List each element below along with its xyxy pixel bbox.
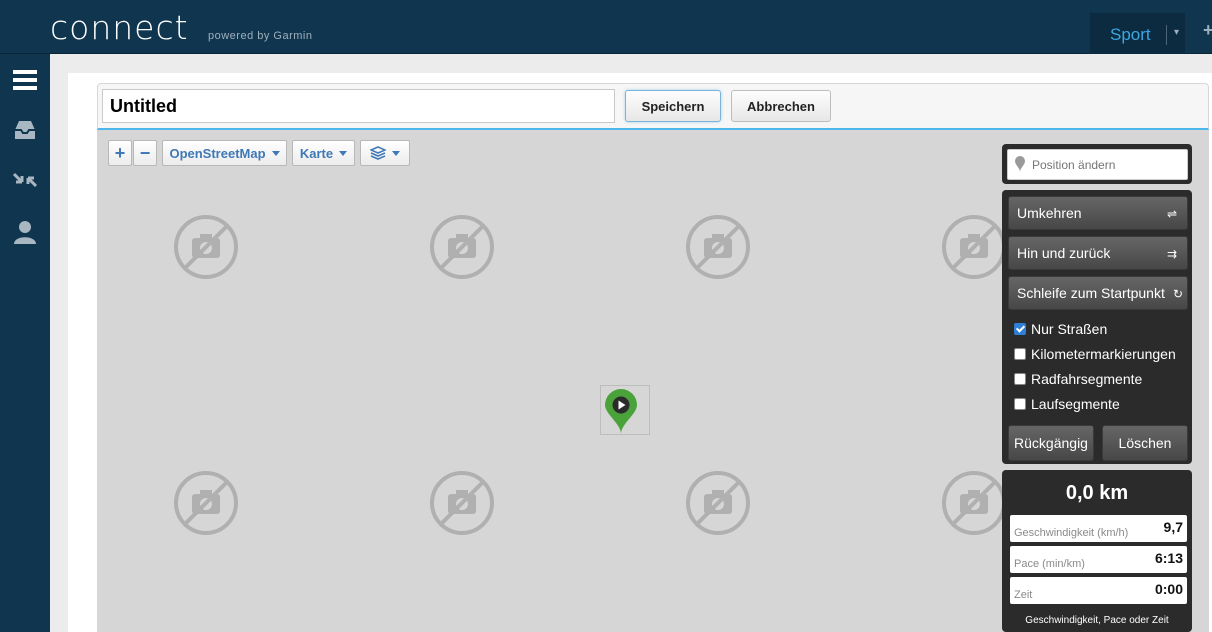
missing-tile-icon [686,215,750,279]
inbox-icon[interactable] [11,116,39,144]
running-segments-checkbox[interactable] [1014,398,1026,410]
connections-icon[interactable] [11,166,39,194]
chevron-down-icon [392,150,400,156]
option-roads-only[interactable]: Nur Straßen [1014,321,1107,337]
out-and-back-button[interactable]: Hin und zurück ⇉ [1008,236,1188,270]
sport-menu[interactable]: Sport ▾ [1090,13,1185,54]
profile-icon[interactable] [11,218,39,246]
app-logo[interactable]: connect [50,8,189,47]
km-markers-checkbox[interactable] [1014,348,1026,360]
km-markers-label: Kilometermarkierungen [1031,346,1176,362]
distance-value: 0,0 km [1065,482,1129,504]
cancel-button[interactable]: Abbrechen [731,90,831,122]
layers-icon [370,146,386,160]
chevron-down-icon [271,150,280,156]
option-cycling-segments[interactable]: Radfahrsegmente [1014,371,1142,387]
reverse-label: Umkehren [1017,205,1082,221]
route-title-input[interactable] [102,89,615,123]
menu-icon[interactable] [11,66,39,94]
missing-tile-icon [686,471,750,535]
position-input[interactable] [1007,149,1188,180]
missing-tile-icon [942,215,1006,279]
stats-note: Geschwindigkeit, Pace oder Zeit [1025,615,1169,626]
zoom-in-button[interactable]: + [108,140,132,166]
map-provider-dropdown[interactable]: OpenStreetMap [162,140,287,166]
location-pin-icon [1015,156,1025,172]
start-pin-icon [605,389,637,434]
undo-button[interactable]: Rückgängig [1008,425,1094,461]
zoom-out-button[interactable]: − [133,140,157,166]
map-type-dropdown[interactable]: Karte [292,140,355,166]
running-segments-label: Laufsegmente [1031,396,1120,412]
missing-tile-icon [174,215,238,279]
missing-tile-icon [942,471,1006,535]
loop-icon: ↻ [1172,287,1183,301]
time-field[interactable]: Zeit 0:00 [1010,577,1187,604]
out-and-back-icon: ⇉ [1166,247,1177,261]
loop-to-start-label: Schleife zum Startpunkt [1017,285,1165,301]
map-type-label: Karte [299,145,334,161]
sport-label[interactable]: Sport [1110,25,1151,45]
option-km-markers[interactable]: Kilometermarkierungen [1014,346,1176,362]
loop-to-start-button[interactable]: Schleife zum Startpunkt ↻ [1008,276,1188,310]
map-provider-label: OpenStreetMap [169,145,266,161]
sport-separator [1166,25,1167,45]
speed-label: Geschwindigkeit (km/h) [1014,527,1129,539]
sidebar [0,54,50,632]
chevron-down-icon[interactable]: ▾ [1174,27,1179,38]
start-marker[interactable] [600,385,650,435]
roads-only-label: Nur Straßen [1031,321,1108,337]
pace-value: 6:13 [1154,550,1183,566]
reverse-icon: ⇌ [1166,207,1177,221]
speed-value: 9,7 [1163,519,1183,535]
missing-tile-icon [174,471,238,535]
roads-only-checkbox[interactable] [1014,323,1026,335]
time-label: Zeit [1014,589,1033,601]
cycling-segments-label: Radfahrsegmente [1031,371,1143,387]
time-value: 0:00 [1154,581,1183,597]
missing-tile-icon [430,215,494,279]
cycling-segments-checkbox[interactable] [1014,373,1026,385]
layers-dropdown[interactable] [360,140,410,166]
pace-label: Pace (min/km) [1014,558,1085,570]
pace-field[interactable]: Pace (min/km) 6:13 [1010,546,1187,573]
delete-button[interactable]: Löschen [1102,425,1188,461]
reverse-button[interactable]: Umkehren ⇌ [1008,196,1188,230]
option-running-segments[interactable]: Laufsegmente [1014,396,1120,412]
save-button[interactable]: Speichern [625,90,721,122]
speed-field[interactable]: Geschwindigkeit (km/h) 9,7 [1010,515,1187,542]
out-and-back-label: Hin und zurück [1017,245,1111,261]
logo-subtitle: powered by Garmin [208,30,313,42]
missing-tile-icon [430,471,494,535]
top-bar: connect powered by Garmin Sport ▾ + [0,0,1212,54]
chevron-down-icon [339,150,348,156]
add-icon[interactable]: + [1203,20,1212,41]
